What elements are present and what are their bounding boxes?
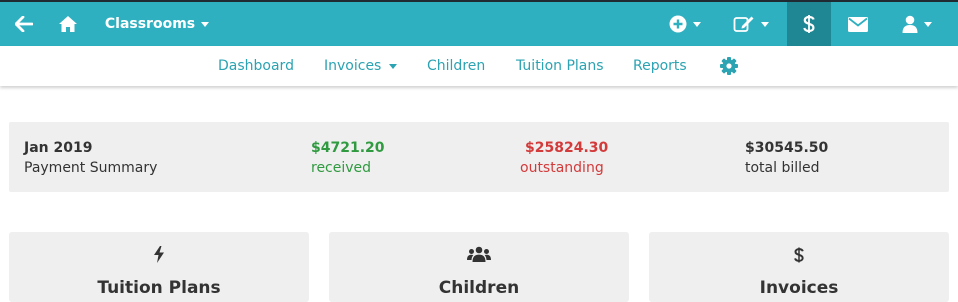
- back-arrow-icon: [15, 16, 33, 32]
- gear-icon: [720, 57, 738, 79]
- bolt-icon: [9, 246, 309, 263]
- messages-button[interactable]: [836, 2, 880, 46]
- users-icon: [329, 246, 629, 262]
- outstanding-label: outstanding: [520, 160, 604, 176]
- payment-summary: Jan 2019 Payment Summary $4721.20 receiv…: [9, 122, 949, 192]
- billing-settings-button[interactable]: [720, 57, 738, 75]
- billed-label: total billed: [745, 160, 820, 176]
- user-icon: [902, 15, 918, 33]
- card-title: Invoices: [759, 278, 839, 298]
- nav-dashboard[interactable]: Dashboard: [218, 46, 294, 86]
- card-invoices[interactable]: Invoices: [649, 232, 949, 302]
- top-navbar: Classrooms: [0, 0, 958, 46]
- billed-block: $30545.50 total billed: [745, 138, 828, 178]
- card-tuition-plans[interactable]: Tuition Plans: [9, 232, 309, 302]
- nav-tuition-plans[interactable]: Tuition Plans: [516, 46, 604, 86]
- received-label: received: [311, 160, 372, 176]
- summary-subtitle: Payment Summary: [24, 160, 158, 176]
- edit-icon: [733, 15, 755, 33]
- back-button[interactable]: [8, 2, 40, 46]
- user-menu-button[interactable]: [892, 2, 942, 46]
- outstanding-block: $25824.30 outstanding: [520, 138, 608, 178]
- billed-amount: $30545.50: [745, 140, 829, 156]
- chevron-down-icon: [201, 21, 210, 27]
- add-menu-button[interactable]: [660, 2, 710, 46]
- plus-circle-icon: [669, 15, 687, 33]
- billing-button[interactable]: [787, 2, 831, 46]
- card-title: Children: [438, 278, 520, 298]
- summary-period: Jan 2019: [24, 140, 93, 156]
- dollar-icon: [803, 14, 815, 34]
- dollar-icon: [649, 246, 949, 264]
- summary-period-block: Jan 2019 Payment Summary: [24, 138, 157, 178]
- home-icon: [58, 15, 78, 33]
- card-children[interactable]: Children: [329, 232, 629, 302]
- nav-reports[interactable]: Reports: [633, 46, 687, 86]
- nav-invoices-label: Invoices: [324, 58, 382, 74]
- edit-menu-button[interactable]: [726, 2, 776, 46]
- nav-invoices[interactable]: Invoices: [324, 46, 398, 86]
- outstanding-amount: $25824.30: [525, 140, 609, 156]
- received-amount: $4721.20: [311, 140, 385, 156]
- chevron-down-icon: [389, 63, 398, 69]
- chevron-down-icon: [761, 21, 769, 27]
- sub-navbar: Dashboard Invoices Children Tuition Plan…: [0, 46, 958, 86]
- classrooms-dropdown[interactable]: Classrooms: [98, 2, 216, 46]
- envelope-icon: [848, 16, 868, 32]
- home-button[interactable]: [52, 2, 84, 46]
- classrooms-label: Classrooms: [104, 16, 196, 32]
- received-block: $4721.20 received: [311, 138, 385, 178]
- card-title: Tuition Plans: [97, 278, 221, 298]
- nav-children[interactable]: Children: [427, 46, 485, 86]
- chevron-down-icon: [693, 21, 701, 27]
- chevron-down-icon: [924, 21, 932, 27]
